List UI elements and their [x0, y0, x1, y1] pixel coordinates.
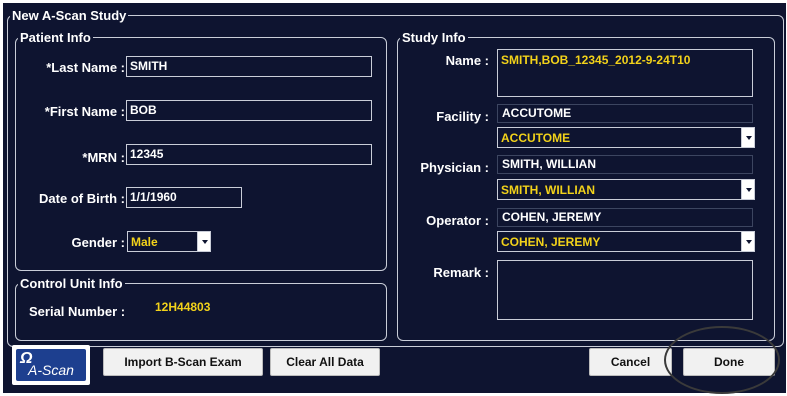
patient-info-legend: Patient Info [20, 30, 91, 45]
serial-number-value: 12H44803 [155, 300, 211, 314]
physician-dropdown[interactable]: SMITH, WILLIAN [497, 179, 755, 200]
first-name-label: *First Name : [44, 104, 125, 119]
done-button[interactable]: Done [683, 348, 775, 376]
chevron-down-icon[interactable] [741, 128, 754, 147]
operator-selected: COHEN, JEREMY [501, 235, 601, 249]
dob-label: Date of Birth : [39, 191, 125, 206]
remark-label: Remark : [433, 265, 489, 280]
study-name-label: Name : [445, 53, 489, 68]
last-name-label: *Last Name : [46, 60, 125, 75]
gender-dropdown[interactable]: Male [127, 231, 211, 252]
chevron-down-icon[interactable] [741, 232, 754, 251]
window-title: New A-Scan Study [12, 8, 127, 23]
physician-selected: SMITH, WILLIAN [501, 183, 595, 197]
study-name-field[interactable]: SMITH,BOB_12345_2012-9-24T10 [497, 49, 753, 97]
physician-label: Physician : [420, 160, 489, 175]
first-name-field[interactable]: BOB [126, 100, 372, 121]
cancel-button[interactable]: Cancel [589, 348, 672, 376]
import-bscan-exam-button[interactable]: Import B-Scan Exam [103, 348, 263, 376]
ascan-logo-text: A-Scan [28, 362, 74, 378]
facility-current: ACCUTOME [497, 104, 753, 123]
study-info-legend: Study Info [402, 30, 466, 45]
dob-field[interactable]: 1/1/1960 [126, 187, 242, 208]
facility-selected: ACCUTOME [501, 131, 571, 145]
gender-label: Gender : [71, 235, 125, 250]
operator-current: COHEN, JEREMY [497, 208, 753, 227]
gender-value: Male [131, 235, 158, 249]
facility-label: Facility : [436, 109, 489, 124]
operator-label: Operator : [426, 213, 489, 228]
mrn-field[interactable]: 12345 [126, 144, 372, 165]
last-name-field[interactable]: SMITH [126, 56, 372, 77]
new-ascan-study-window: New A-Scan Study Patient Info *Last Name… [3, 3, 786, 393]
remark-field[interactable] [497, 260, 753, 320]
chevron-down-icon[interactable] [741, 180, 754, 199]
operator-dropdown[interactable]: COHEN, JEREMY [497, 231, 755, 252]
ascan-mode-button[interactable]: Ω A-Scan [12, 345, 90, 385]
control-unit-legend: Control Unit Info [20, 276, 123, 291]
clear-all-data-button[interactable]: Clear All Data [270, 348, 380, 376]
facility-dropdown[interactable]: ACCUTOME [497, 127, 755, 148]
physician-current: SMITH, WILLIAN [497, 155, 753, 174]
chevron-down-icon[interactable] [197, 232, 210, 251]
mrn-label: *MRN : [82, 150, 125, 165]
serial-number-label: Serial Number : [29, 304, 126, 319]
ascan-logo: Ω A-Scan [16, 349, 86, 381]
